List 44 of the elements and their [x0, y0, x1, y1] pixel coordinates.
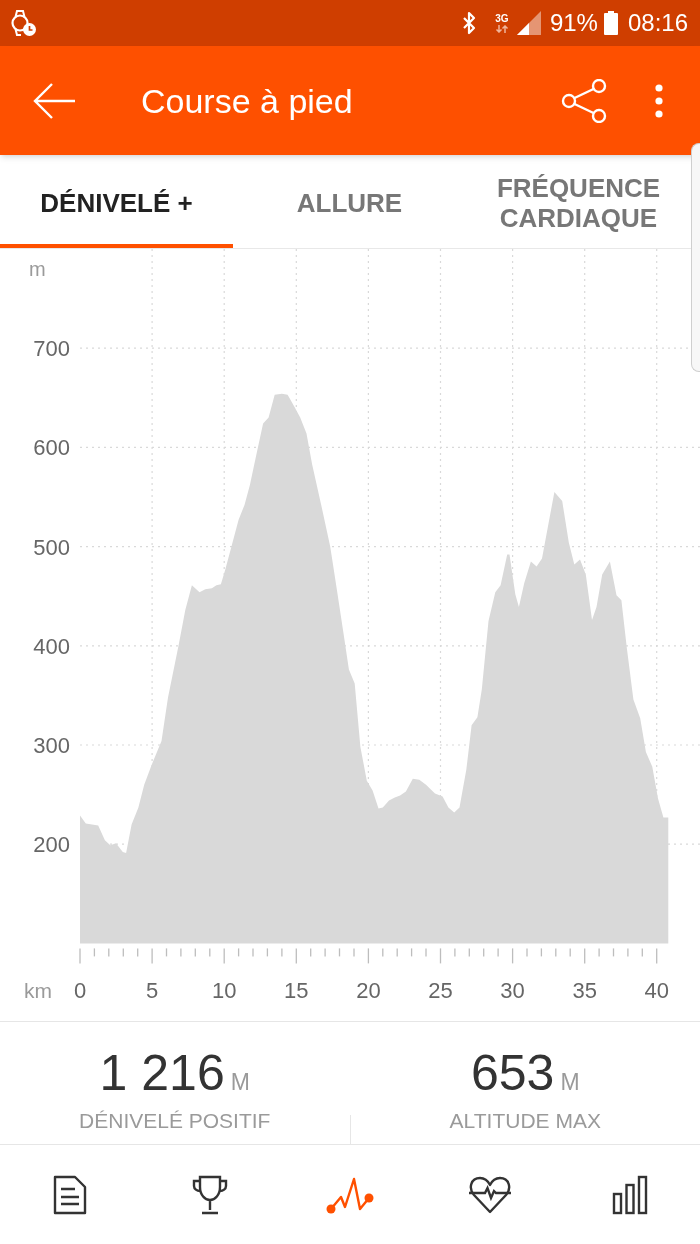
y-axis-label: 700	[33, 336, 70, 362]
bluetooth-icon	[460, 11, 477, 35]
back-arrow-icon[interactable]	[33, 82, 75, 119]
bar-chart-icon[interactable]	[612, 1174, 648, 1215]
tab[interactable]: DÉNIVELÉ +	[0, 155, 233, 248]
battery-percentage: 91%	[549, 11, 598, 35]
x-axis-label: 15	[284, 978, 309, 1003]
tab[interactable]: FRÉQUENCE CARDIAQUE	[466, 155, 691, 248]
more-options-icon[interactable]	[654, 83, 664, 118]
stat-label: ALTITUDE MAX	[449, 1110, 601, 1131]
signal-icon	[516, 11, 541, 35]
heart-pulse-icon[interactable]	[468, 1174, 512, 1215]
y-axis-label: 400	[33, 633, 70, 659]
stat-unit: M	[560, 1071, 580, 1094]
y-axis-label: 300	[33, 733, 70, 758]
document-icon[interactable]	[53, 1174, 87, 1215]
network-type: 3G	[495, 13, 509, 24]
x-axis-label: 25	[428, 978, 453, 1003]
x-axis-label: 0	[73, 978, 87, 1003]
y-axis-label: 500	[33, 534, 70, 560]
data-arrows-icon	[494, 24, 509, 33]
x-axis-label: 5	[146, 978, 159, 1003]
stat-unit: M	[230, 1071, 250, 1094]
clock: 08:16	[627, 11, 688, 35]
x-axis-label: 30	[500, 978, 525, 1003]
stat-value: 653	[470, 1048, 555, 1098]
share-icon[interactable]	[561, 78, 607, 123]
x-axis-unit: km	[24, 979, 52, 1002]
stat-label: DÉNIVELÉ POSITIF	[79, 1110, 271, 1131]
screen-title: Course à pied	[141, 83, 353, 118]
y-axis-unit: m	[29, 258, 46, 280]
stat-value: 1 216	[99, 1048, 225, 1098]
y-axis-label: 200	[33, 832, 70, 858]
battery-icon	[603, 11, 618, 35]
elevation-profile-icon[interactable]	[326, 1175, 374, 1214]
x-axis-label: 40	[644, 978, 669, 1003]
trophy-icon[interactable]	[191, 1174, 229, 1215]
edge-panel-handle[interactable]	[691, 143, 700, 372]
x-axis-label: 10	[211, 978, 237, 1003]
y-axis-label: 600	[33, 435, 70, 461]
watch-notification-icon	[9, 9, 37, 37]
x-axis-label: 35	[572, 978, 597, 1003]
tab[interactable]: ALLURE	[233, 155, 466, 248]
x-axis-label: 20	[356, 978, 381, 1003]
